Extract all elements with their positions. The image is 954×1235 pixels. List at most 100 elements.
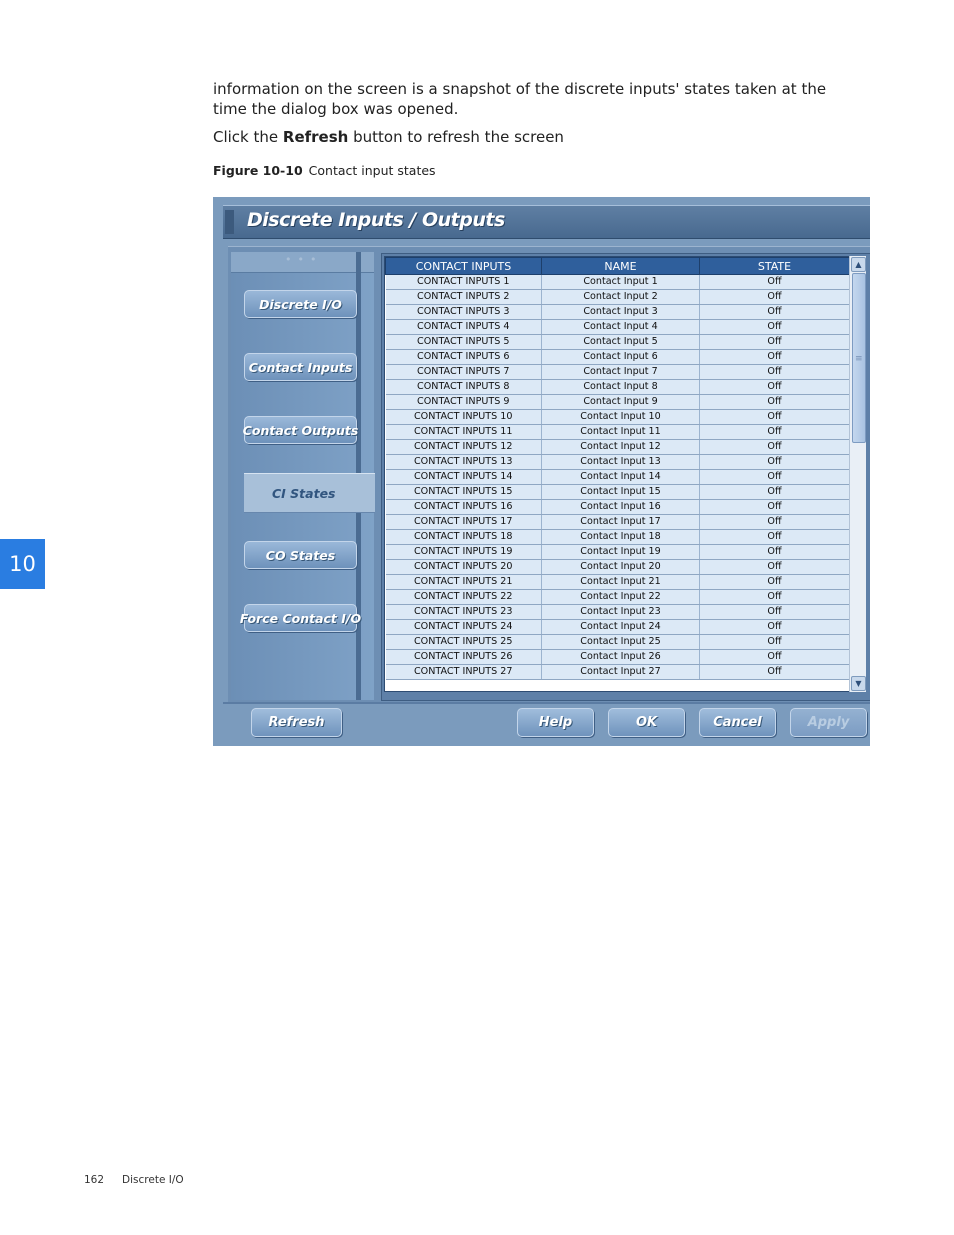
cell-name: Contact Input 19 bbox=[541, 544, 700, 560]
table-row[interactable]: CONTACT INPUTS 15 Contact Input 15 Off bbox=[385, 484, 850, 500]
nav-discrete-io-button[interactable]: Discrete I/O bbox=[244, 290, 357, 318]
column-header-contact-inputs[interactable]: CONTACT INPUTS bbox=[385, 257, 542, 275]
scroll-down-icon[interactable]: ▼ bbox=[851, 676, 866, 691]
cell-contact-input: CONTACT INPUTS 26 bbox=[385, 649, 542, 665]
nav-contact-inputs-button[interactable]: Contact Inputs bbox=[244, 353, 357, 381]
footer-section: Discrete I/O bbox=[122, 1174, 184, 1186]
table-row[interactable]: CONTACT INPUTS 5 Contact Input 5 Off bbox=[385, 334, 850, 350]
cell-name: Contact Input 20 bbox=[541, 559, 700, 575]
cell-state: Off bbox=[699, 289, 850, 305]
table-row[interactable]: CONTACT INPUTS 10 Contact Input 10 Off bbox=[385, 409, 850, 425]
table-row[interactable]: CONTACT INPUTS 22 Contact Input 22 Off bbox=[385, 589, 850, 605]
cell-state: Off bbox=[699, 319, 850, 335]
page-number: 162 bbox=[84, 1174, 105, 1186]
cell-state: Off bbox=[699, 379, 850, 395]
table-row[interactable]: CONTACT INPUTS 14 Contact Input 14 Off bbox=[385, 469, 850, 485]
cell-contact-input: CONTACT INPUTS 1 bbox=[385, 274, 542, 290]
cell-name: Contact Input 4 bbox=[541, 319, 700, 335]
cell-contact-input: CONTACT INPUTS 16 bbox=[385, 499, 542, 515]
cell-name: Contact Input 13 bbox=[541, 454, 700, 470]
cancel-button[interactable]: Cancel bbox=[699, 708, 776, 737]
column-header-name[interactable]: NAME bbox=[541, 257, 700, 275]
table-row[interactable]: CONTACT INPUTS 25 Contact Input 25 Off bbox=[385, 634, 850, 650]
vertical-scrollbar[interactable]: ▲ ≡ ▼ bbox=[849, 256, 866, 692]
cell-name: Contact Input 18 bbox=[541, 529, 700, 545]
refresh-button[interactable]: Refresh bbox=[251, 708, 342, 737]
help-button[interactable]: Help bbox=[517, 708, 594, 737]
contact-input-states-grid[interactable]: CONTACT INPUTS NAME STATE CONTACT INPUTS… bbox=[384, 256, 853, 692]
table-row[interactable]: CONTACT INPUTS 18 Contact Input 18 Off bbox=[385, 529, 850, 545]
cell-contact-input: CONTACT INPUTS 20 bbox=[385, 559, 542, 575]
cell-state: Off bbox=[699, 469, 850, 485]
table-row[interactable]: CONTACT INPUTS 19 Contact Input 19 Off bbox=[385, 544, 850, 560]
cell-contact-input: CONTACT INPUTS 7 bbox=[385, 364, 542, 380]
page-footer: 162 Discrete I/O bbox=[84, 1174, 184, 1186]
table-row[interactable]: CONTACT INPUTS 7 Contact Input 7 Off bbox=[385, 364, 850, 380]
cell-contact-input: CONTACT INPUTS 23 bbox=[385, 604, 542, 620]
table-row[interactable]: CONTACT INPUTS 16 Contact Input 16 Off bbox=[385, 499, 850, 515]
table-row[interactable]: CONTACT INPUTS 1 Contact Input 1 Off bbox=[385, 274, 850, 290]
cell-state: Off bbox=[699, 334, 850, 350]
nav-co-states-button[interactable]: CO States bbox=[244, 541, 357, 569]
ok-button[interactable]: OK bbox=[608, 708, 685, 737]
cell-name: Contact Input 6 bbox=[541, 349, 700, 365]
table-row[interactable]: CONTACT INPUTS 4 Contact Input 4 Off bbox=[385, 319, 850, 335]
table-row[interactable]: CONTACT INPUTS 6 Contact Input 6 Off bbox=[385, 349, 850, 365]
window-title: Discrete Inputs / Outputs bbox=[247, 209, 505, 231]
cell-state: Off bbox=[699, 529, 850, 545]
cell-name: Contact Input 12 bbox=[541, 439, 700, 455]
table-row[interactable]: CONTACT INPUTS 2 Contact Input 2 Off bbox=[385, 289, 850, 305]
cell-contact-input: CONTACT INPUTS 9 bbox=[385, 394, 542, 410]
table-row[interactable]: CONTACT INPUTS 23 Contact Input 23 Off bbox=[385, 604, 850, 620]
cell-contact-input: CONTACT INPUTS 13 bbox=[385, 454, 542, 470]
apply-button[interactable]: Apply bbox=[790, 708, 867, 737]
table-row[interactable]: CONTACT INPUTS 12 Contact Input 12 Off bbox=[385, 439, 850, 455]
table-row[interactable]: CONTACT INPUTS 9 Contact Input 9 Off bbox=[385, 394, 850, 410]
cell-state: Off bbox=[699, 364, 850, 380]
scroll-up-icon[interactable]: ▲ bbox=[851, 257, 866, 272]
cell-state: Off bbox=[699, 559, 850, 575]
table-row[interactable]: CONTACT INPUTS 8 Contact Input 8 Off bbox=[385, 379, 850, 395]
table-row[interactable]: CONTACT INPUTS 26 Contact Input 26 Off bbox=[385, 649, 850, 665]
cell-name: Contact Input 10 bbox=[541, 409, 700, 425]
cell-contact-input: CONTACT INPUTS 19 bbox=[385, 544, 542, 560]
cell-contact-input: CONTACT INPUTS 22 bbox=[385, 589, 542, 605]
window-title-bar: Discrete Inputs / Outputs bbox=[223, 205, 870, 239]
cell-name: Contact Input 16 bbox=[541, 499, 700, 515]
cell-contact-input: CONTACT INPUTS 6 bbox=[385, 349, 542, 365]
table-row[interactable]: CONTACT INPUTS 3 Contact Input 3 Off bbox=[385, 304, 850, 320]
cell-name: Contact Input 5 bbox=[541, 334, 700, 350]
figure-title: Contact input states bbox=[308, 163, 436, 178]
cell-name: Contact Input 8 bbox=[541, 379, 700, 395]
nav-contact-outputs-button[interactable]: Contact Outputs bbox=[243, 416, 358, 444]
grip-dots-icon: ••• bbox=[285, 253, 323, 266]
cell-contact-input: CONTACT INPUTS 18 bbox=[385, 529, 542, 545]
nav-force-contact-io-button[interactable]: Force Contact I/O bbox=[240, 604, 361, 632]
cell-contact-input: CONTACT INPUTS 8 bbox=[385, 379, 542, 395]
cell-name: Contact Input 11 bbox=[541, 424, 700, 440]
table-row[interactable]: CONTACT INPUTS 11 Contact Input 11 Off bbox=[385, 424, 850, 440]
cell-contact-input: CONTACT INPUTS 5 bbox=[385, 334, 542, 350]
column-header-state[interactable]: STATE bbox=[699, 257, 850, 275]
figure-label: Figure 10-10 bbox=[213, 163, 303, 178]
table-row[interactable]: CONTACT INPUTS 24 Contact Input 24 Off bbox=[385, 619, 850, 635]
cell-contact-input: CONTACT INPUTS 15 bbox=[385, 484, 542, 500]
cell-contact-input: CONTACT INPUTS 4 bbox=[385, 319, 542, 335]
table-row[interactable]: CONTACT INPUTS 27 Contact Input 27 Off bbox=[385, 664, 850, 680]
cell-state: Off bbox=[699, 499, 850, 515]
cell-name: Contact Input 9 bbox=[541, 394, 700, 410]
table-row[interactable]: CONTACT INPUTS 17 Contact Input 17 Off bbox=[385, 514, 850, 530]
nav-ci-states-selected[interactable]: CI States bbox=[244, 473, 375, 513]
table-row[interactable]: CONTACT INPUTS 20 Contact Input 20 Off bbox=[385, 559, 850, 575]
cell-name: Contact Input 1 bbox=[541, 274, 700, 290]
cell-state: Off bbox=[699, 649, 850, 665]
grip-icon: ≡ bbox=[855, 354, 863, 364]
cell-state: Off bbox=[699, 619, 850, 635]
scrollbar-thumb[interactable]: ≡ bbox=[852, 273, 866, 443]
refresh-instruction: Click the Refresh button to refresh the … bbox=[213, 127, 564, 147]
table-row[interactable]: CONTACT INPUTS 21 Contact Input 21 Off bbox=[385, 574, 850, 590]
cell-state: Off bbox=[699, 454, 850, 470]
cell-contact-input: CONTACT INPUTS 10 bbox=[385, 409, 542, 425]
table-row[interactable]: CONTACT INPUTS 13 Contact Input 13 Off bbox=[385, 454, 850, 470]
instruction-bold-refresh: Refresh bbox=[282, 128, 349, 146]
